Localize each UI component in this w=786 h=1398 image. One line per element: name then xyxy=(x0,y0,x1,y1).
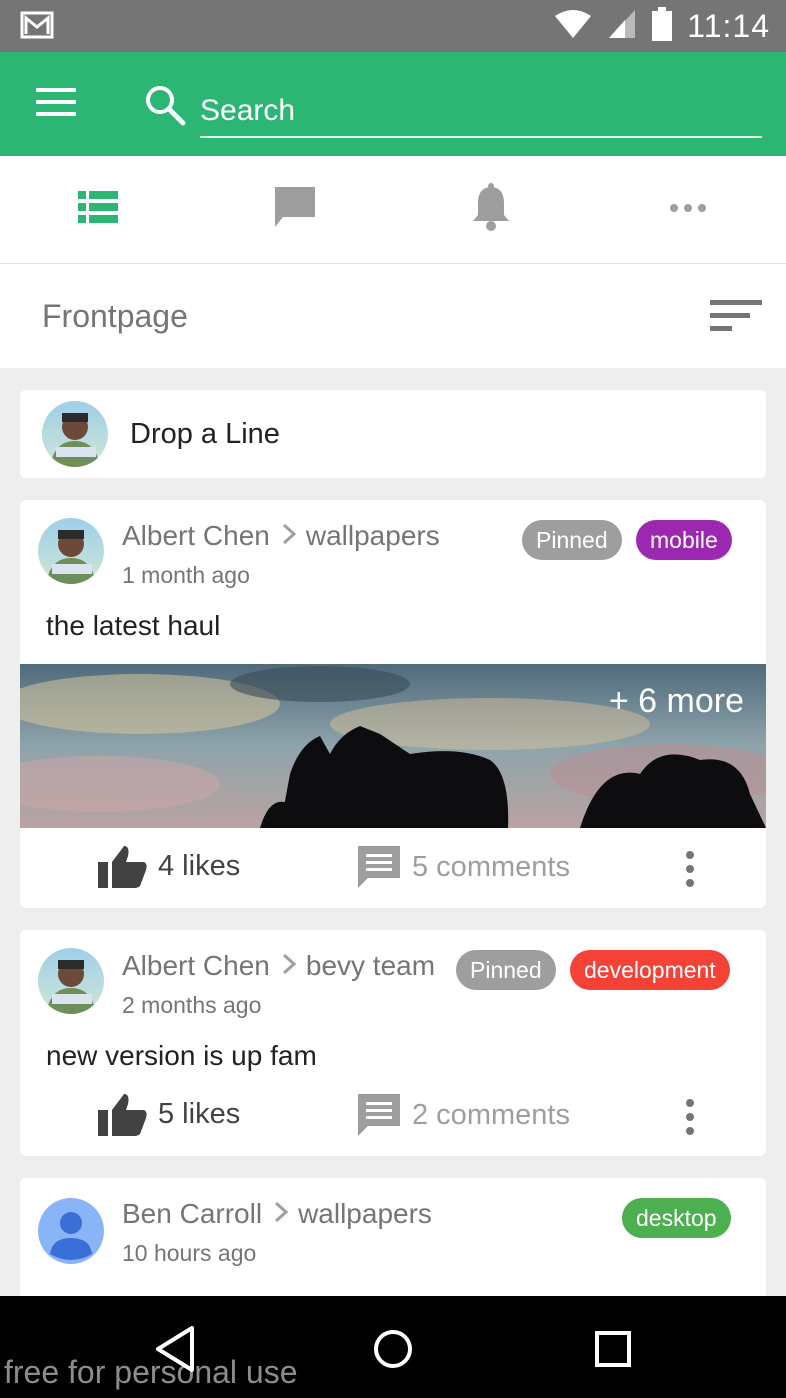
chevron-right-icon xyxy=(274,1199,289,1230)
gmail-icon xyxy=(20,10,54,45)
comments-button[interactable]: 2 comments xyxy=(356,1092,570,1138)
tab-bar xyxy=(0,156,786,264)
tag-badge[interactable]: desktop xyxy=(622,1198,731,1238)
page-title: Frontpage xyxy=(42,298,188,334)
menu-icon[interactable] xyxy=(36,86,86,126)
more-vertical-icon[interactable] xyxy=(680,850,700,890)
pinned-badge: Pinned xyxy=(522,520,622,560)
chat-icon xyxy=(272,184,318,235)
post-time: 2 months ago xyxy=(122,992,262,1018)
comment-icon xyxy=(356,844,402,890)
post-text: new version is up fam xyxy=(46,1040,317,1071)
thumb-up-icon xyxy=(98,1092,148,1136)
avatar[interactable] xyxy=(38,1198,104,1264)
chevron-right-icon xyxy=(282,521,297,552)
board-name[interactable]: bevy team xyxy=(306,950,435,982)
status-bar: 11:14 xyxy=(0,0,786,52)
comments-button[interactable]: 5 comments xyxy=(356,844,570,890)
post-card: Albert Chen bevy team 2 months ago Pinne… xyxy=(20,930,766,1156)
post-header: Albert Chen wallpapers xyxy=(122,520,440,552)
like-button[interactable]: 4 likes xyxy=(98,844,240,888)
home-icon[interactable] xyxy=(366,1322,420,1376)
search-icon[interactable] xyxy=(144,84,186,131)
post-card: Albert Chen wallpapers 1 month ago Pinne… xyxy=(20,500,766,908)
avatar[interactable] xyxy=(38,518,104,584)
more-horizontal-icon xyxy=(668,201,708,219)
like-button[interactable]: 5 likes xyxy=(98,1092,240,1136)
recents-icon[interactable] xyxy=(586,1322,640,1376)
post-image[interactable]: + 6 more xyxy=(20,664,766,828)
author-name[interactable]: Albert Chen xyxy=(122,520,270,552)
board-name[interactable]: wallpapers xyxy=(306,520,440,552)
wifi-icon xyxy=(553,8,593,45)
bell-icon xyxy=(471,183,511,236)
app-bar xyxy=(0,52,786,156)
list-icon xyxy=(78,190,119,229)
board-name[interactable]: wallpapers xyxy=(298,1198,432,1230)
likes-count: 5 likes xyxy=(158,1097,241,1130)
tab-more[interactable] xyxy=(590,156,786,263)
composer-label: Drop a Line xyxy=(130,418,280,450)
likes-count: 4 likes xyxy=(158,849,241,882)
more-vertical-icon[interactable] xyxy=(680,1098,700,1138)
page-header: Frontpage xyxy=(0,264,786,368)
composer-card[interactable]: Drop a Line xyxy=(20,390,766,478)
tag-badge[interactable]: development xyxy=(570,950,730,990)
search-input[interactable] xyxy=(200,80,762,138)
comments-count: 2 comments xyxy=(412,1098,570,1131)
more-images-label: + 6 more xyxy=(608,682,744,720)
tab-frontpage[interactable] xyxy=(0,156,197,263)
post-card: Ben Carroll wallpapers 10 hours ago desk… xyxy=(20,1178,766,1308)
tab-chat[interactable] xyxy=(197,156,394,263)
watermark: free for personal use xyxy=(4,1354,298,1390)
status-time: 11:14 xyxy=(687,7,770,44)
avatar xyxy=(42,401,108,467)
post-header: Ben Carroll wallpapers xyxy=(122,1198,432,1230)
comments-count: 5 comments xyxy=(412,850,570,883)
chevron-right-icon xyxy=(282,951,297,982)
author-name[interactable]: Albert Chen xyxy=(122,950,270,982)
post-text: the latest haul xyxy=(46,610,221,641)
tag-badge[interactable]: mobile xyxy=(636,520,732,560)
thumb-up-icon xyxy=(98,844,148,888)
author-name[interactable]: Ben Carroll xyxy=(122,1198,262,1230)
post-time: 1 month ago xyxy=(122,562,250,588)
avatar[interactable] xyxy=(38,948,104,1014)
comment-icon xyxy=(356,1092,402,1138)
post-time: 10 hours ago xyxy=(122,1240,257,1266)
pinned-badge: Pinned xyxy=(456,950,556,990)
tab-notifications[interactable] xyxy=(393,156,590,263)
post-header: Albert Chen bevy team xyxy=(122,950,435,982)
search-bar xyxy=(140,80,762,140)
signal-icon xyxy=(607,8,637,45)
battery-icon xyxy=(651,6,673,46)
sort-icon[interactable] xyxy=(710,298,762,334)
